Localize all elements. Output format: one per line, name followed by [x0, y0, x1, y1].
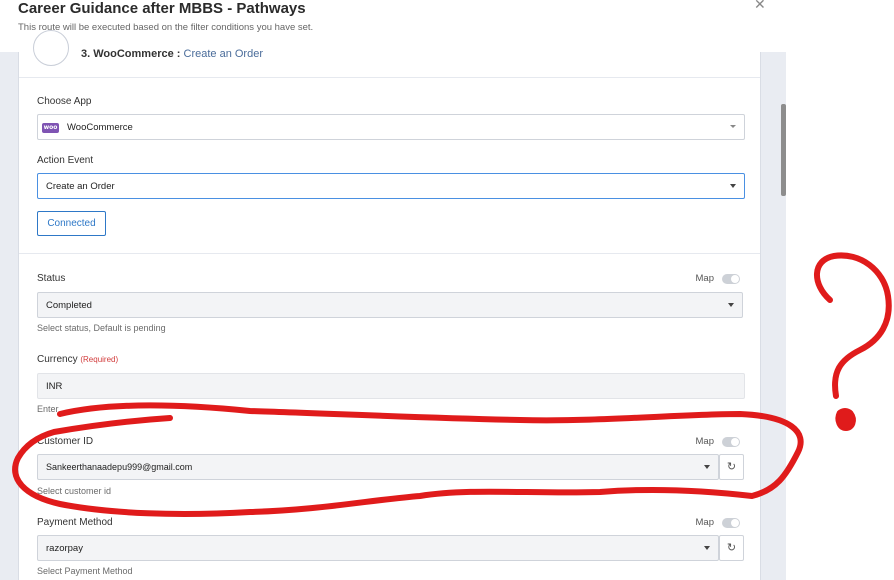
choose-app-select[interactable]: woo WooCommerce	[37, 114, 745, 140]
status-map-toggle[interactable]: Map	[680, 273, 740, 285]
chevron-down-icon	[728, 303, 734, 307]
toggle-switch[interactable]	[722, 274, 740, 284]
choose-app-label: Choose App	[37, 96, 92, 107]
refresh-icon[interactable]: ↻	[719, 454, 744, 480]
choose-app-value: WooCommerce	[67, 122, 133, 133]
payment-method-label: Payment Method	[37, 517, 113, 528]
step-card: 3. WooCommerce : Create an Order Choose …	[18, 30, 761, 580]
map-label: Map	[695, 517, 714, 528]
woocommerce-logo-icon: woo	[42, 123, 59, 133]
refresh-icon[interactable]: ↻	[719, 535, 744, 561]
action-event-select[interactable]: Create an Order	[37, 173, 745, 199]
right-gutter	[786, 52, 894, 580]
customer-id-value: Sankeerthanaadepu999@gmail.com	[46, 462, 193, 472]
step-action-title: Create an Order	[183, 48, 263, 60]
customer-id-label: Customer ID	[37, 436, 94, 447]
status-label: Status	[37, 273, 66, 284]
connected-button[interactable]: Connected	[37, 211, 106, 236]
customer-id-select[interactable]: Sankeerthanaadepu999@gmail.com	[37, 454, 719, 480]
status-value: Completed	[46, 300, 92, 311]
status-help: Select status, Default is pending	[37, 323, 166, 333]
step-header: 3. WooCommerce : Create an Order	[19, 30, 760, 78]
step-title[interactable]: 3. WooCommerce : Create an Order	[81, 48, 263, 60]
status-select[interactable]: Completed	[37, 292, 743, 318]
currency-help: Enter	[37, 404, 59, 414]
chevron-down-icon	[704, 546, 710, 550]
customer-id-map-toggle[interactable]: Map	[680, 436, 740, 448]
chevron-down-icon	[730, 125, 736, 128]
currency-value: INR	[46, 381, 63, 392]
required-marker: (Required)	[80, 355, 119, 364]
currency-label-text: Currency	[37, 354, 78, 365]
payment-method-select[interactable]: razorpay	[37, 535, 719, 561]
modal-subtitle: This route will be executed based on the…	[18, 22, 314, 33]
currency-label: Currency (Required)	[37, 354, 118, 365]
toggle-switch[interactable]	[722, 437, 740, 447]
action-event-label: Action Event	[37, 155, 94, 166]
close-icon[interactable]: ✕	[754, 0, 766, 13]
payment-method-value: razorpay	[46, 543, 83, 554]
chevron-down-icon	[704, 465, 710, 469]
map-label: Map	[695, 273, 714, 284]
chevron-down-icon	[730, 184, 736, 188]
toggle-switch[interactable]	[722, 518, 740, 528]
map-label: Map	[695, 436, 714, 447]
customer-id-help: Select customer id	[37, 486, 112, 496]
step-icon	[33, 30, 69, 66]
payment-method-help: Select Payment Method	[37, 566, 133, 576]
payment-method-map-toggle[interactable]: Map	[680, 517, 740, 529]
step-app-title: 3. WooCommerce :	[81, 48, 181, 60]
modal-header: Career Guidance after MBBS - Pathways Th…	[0, 0, 894, 52]
divider	[19, 253, 760, 254]
currency-input[interactable]: INR	[37, 373, 745, 399]
modal-title: Career Guidance after MBBS - Pathways	[18, 0, 306, 17]
action-event-value: Create an Order	[46, 181, 115, 192]
scrollbar-thumb[interactable]	[781, 104, 786, 196]
